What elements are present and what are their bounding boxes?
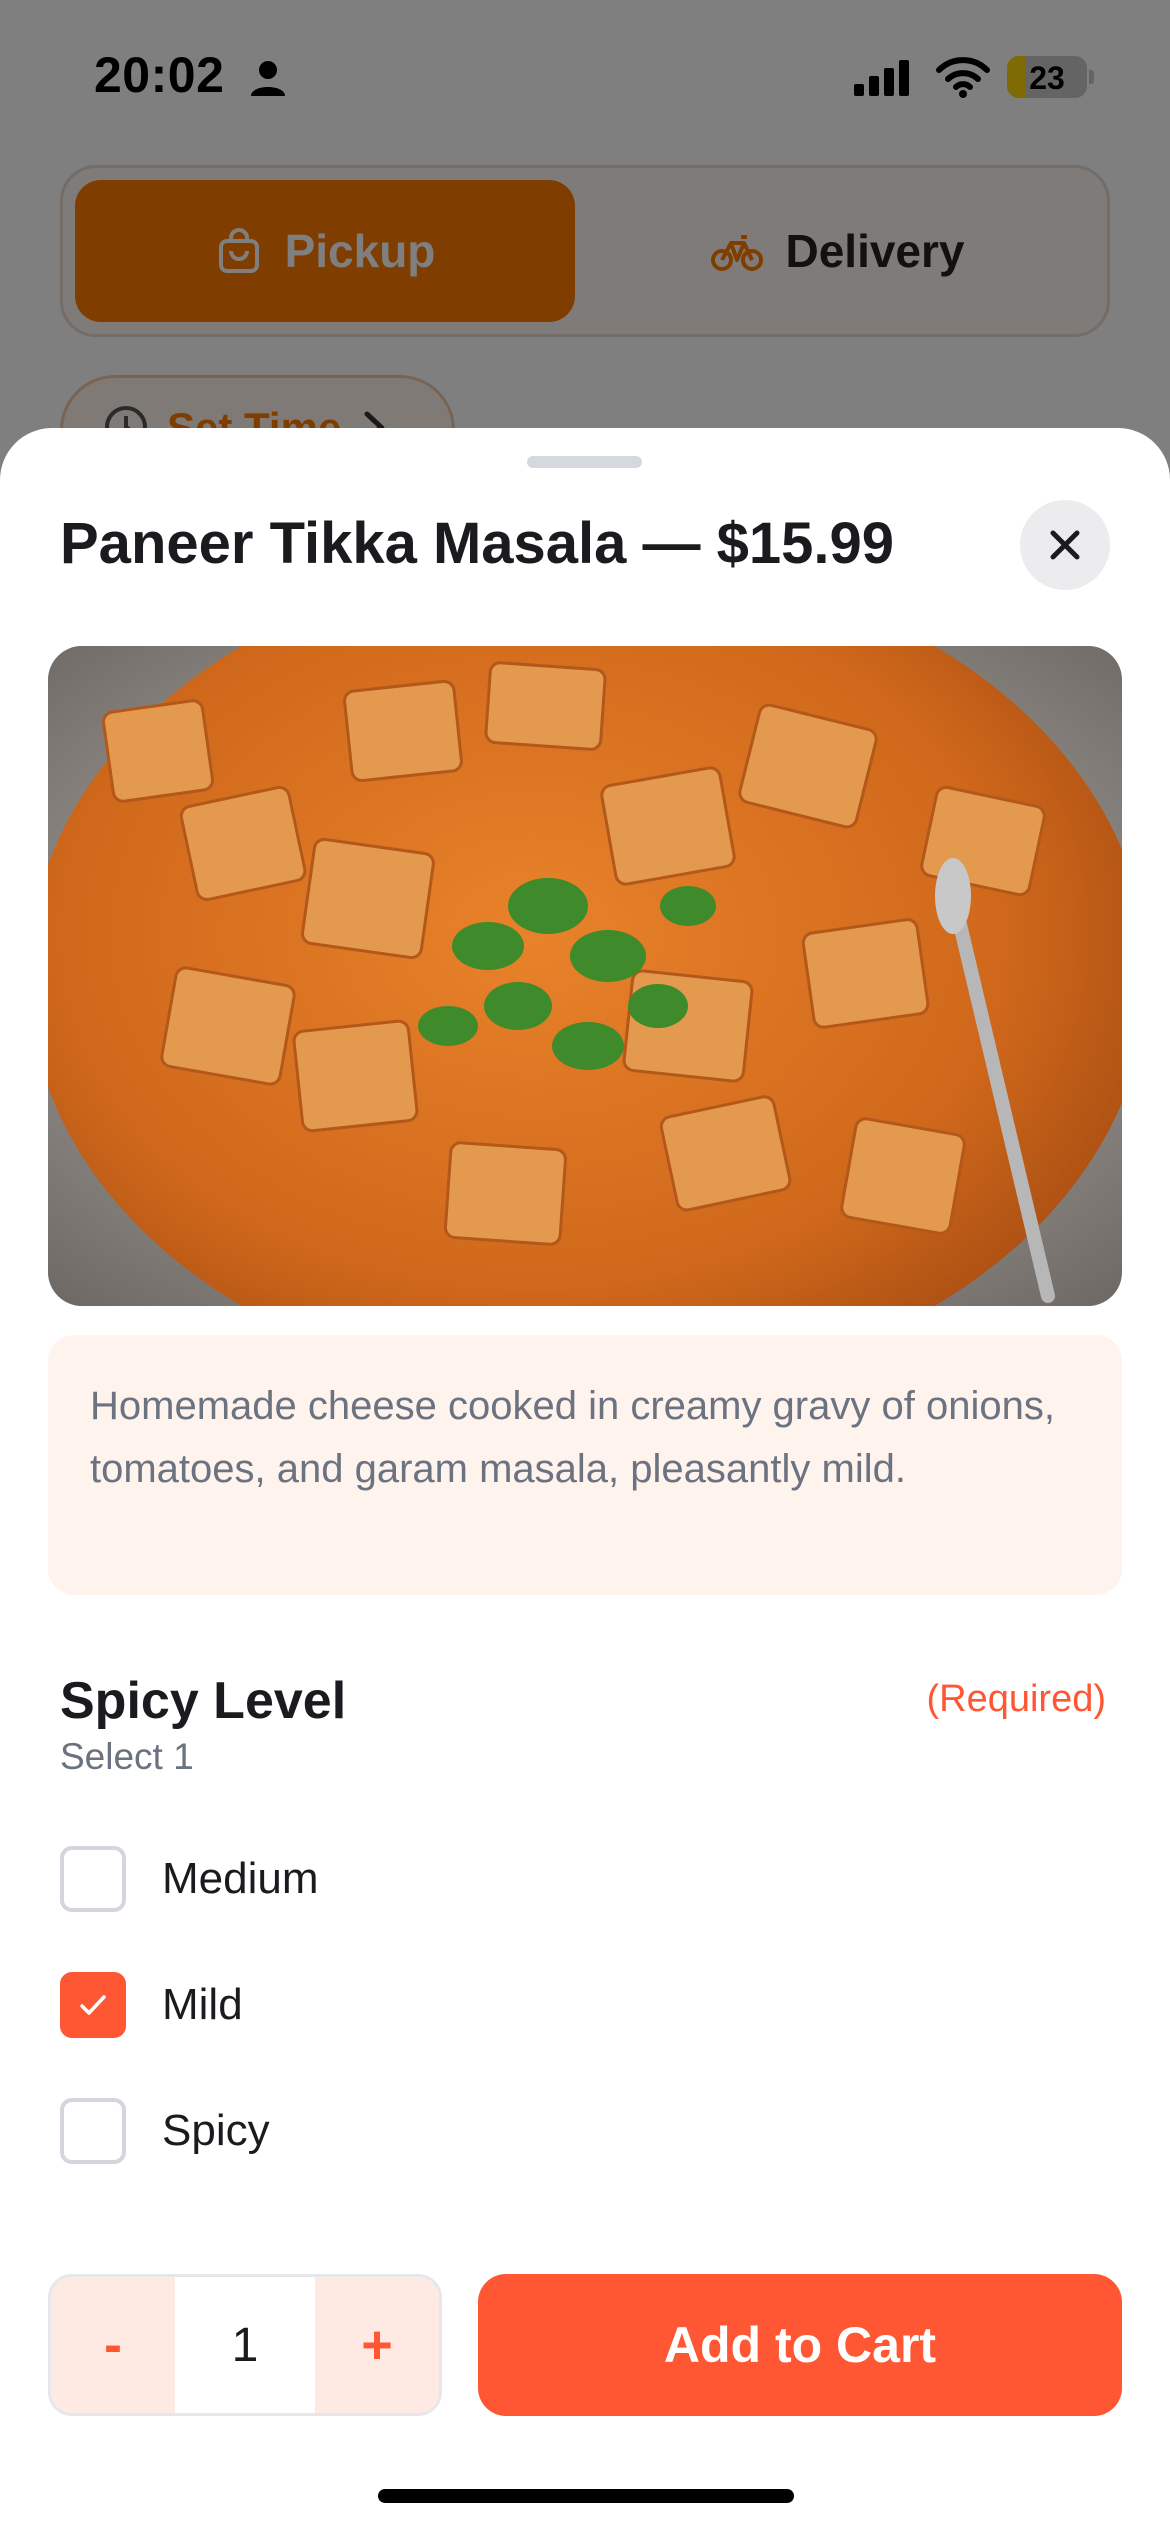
- option-spicy[interactable]: Spicy: [60, 2091, 1110, 2171]
- home-indicator[interactable]: [378, 2489, 794, 2503]
- checkbox-unchecked[interactable]: [60, 1846, 126, 1912]
- option-medium[interactable]: Medium: [60, 1839, 1110, 1919]
- item-image: [48, 646, 1122, 1306]
- food-photo: [48, 646, 1122, 1306]
- item-description-box: Homemade cheese cooked in creamy gravy o…: [48, 1335, 1122, 1595]
- checkbox-checked[interactable]: [60, 1972, 126, 2038]
- item-detail-sheet: Paneer Tikka Masala — $15.99 Homemade ch…: [0, 428, 1170, 2532]
- option-group-title: Spicy Level: [60, 1672, 347, 1730]
- option-group-subtitle: Select 1: [60, 1736, 194, 1777]
- item-description: Homemade cheese cooked in creamy gravy o…: [90, 1384, 1055, 1491]
- add-to-cart-button[interactable]: Add to Cart: [478, 2274, 1122, 2416]
- increase-quantity-button[interactable]: +: [315, 2277, 439, 2413]
- option-mild[interactable]: Mild: [60, 1965, 1110, 2045]
- required-badge: (Required): [926, 1678, 1106, 1720]
- item-title: Paneer Tikka Masala — $15.99: [60, 511, 895, 576]
- checkbox-unchecked[interactable]: [60, 2098, 126, 2164]
- quantity-stepper: - 1 +: [48, 2274, 442, 2416]
- option-label: Medium: [162, 1854, 319, 1903]
- close-icon: [1050, 530, 1080, 560]
- decrease-quantity-button[interactable]: -: [51, 2277, 175, 2413]
- checkmark-icon: [80, 1995, 106, 2015]
- sheet-grabber[interactable]: [527, 456, 642, 468]
- quantity-value: 1: [175, 2277, 315, 2413]
- option-label: Spicy: [162, 2106, 270, 2155]
- option-label: Mild: [162, 1980, 243, 2029]
- close-button[interactable]: [1020, 500, 1110, 590]
